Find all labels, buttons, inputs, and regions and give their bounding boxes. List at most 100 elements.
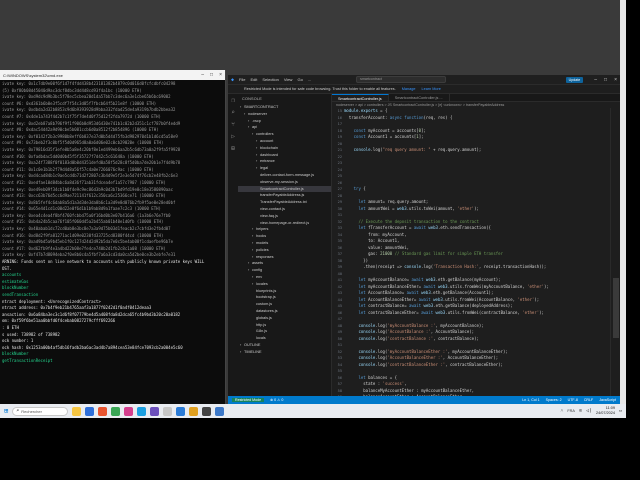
search-icon[interactable]: ⌕ (231, 110, 235, 116)
tree-file[interactable]: locals (238, 335, 331, 342)
notification-icon[interactable]: ▭ (619, 408, 622, 414)
tree-file[interactable]: i18n.js (238, 328, 331, 335)
tree-folder[interactable]: › OUTLINE (238, 342, 331, 349)
tree-folder[interactable]: › nodeserver (238, 111, 331, 118)
console-line: ivate key: 0xd4cad84b1c9ae5cd4b71d2f2807… (2, 173, 178, 179)
tree-folder[interactable]: › .vscp (238, 118, 331, 125)
taskbar-app-icon[interactable] (163, 406, 173, 416)
code-content[interactable]: module.exports = { transferAccount: asyn… (344, 108, 610, 396)
tree-folder[interactable]: › blockchain (238, 145, 331, 152)
run-debug-icon[interactable]: ▷ (231, 134, 235, 140)
tree-folder[interactable]: › locales (238, 281, 331, 288)
menu-item[interactable]: ... (308, 77, 311, 82)
tree-folder[interactable]: › policies (238, 247, 331, 254)
taskbar-app-icon[interactable] (124, 406, 134, 416)
tree-folder[interactable]: › controllers (238, 131, 331, 138)
update-button[interactable]: Update (565, 76, 584, 83)
volume-icon[interactable]: ◁) (586, 408, 592, 414)
restricted-mode-status[interactable]: Restricted Mode (232, 398, 265, 402)
taskbar-app-icon[interactable] (150, 406, 160, 416)
tree-file[interactable]: TransferPayableAddress.txt (238, 199, 331, 206)
tree-folder[interactable]: › TIMELINE (238, 349, 331, 356)
taskbar-app-icon[interactable] (215, 406, 225, 416)
tree-folder[interactable]: › responses (238, 254, 331, 261)
taskbar-app-icon[interactable] (189, 406, 199, 416)
taskbar-search[interactable]: ⌕ Rechercher (12, 406, 69, 416)
source-control-icon[interactable]: ⑂ (231, 122, 235, 128)
console-titlebar[interactable]: C:\WINDOWS\system32\cmd.exe – □ × (0, 70, 225, 80)
tree-file[interactable]: http.js (238, 322, 331, 329)
tree-item-label: entrance (260, 159, 275, 164)
tree-file[interactable]: blueprints.js (238, 288, 331, 295)
tree-folder[interactable]: › helpers (238, 226, 331, 233)
tree-folder[interactable]: › assets (238, 260, 331, 267)
console-window[interactable]: C:\WINDOWS\system32\cmd.exe – □ × ivate … (0, 70, 226, 404)
tree-file[interactable]: view-faq.js (238, 213, 331, 220)
tree-file[interactable]: SmartcontractController.js (238, 185, 331, 193)
tree-folder[interactable]: › SMARTCONTRACT (238, 104, 331, 111)
vscode-window[interactable]: ◆ File Edit Selection View Go... smartcontra… (228, 75, 620, 404)
minimap-slider[interactable] (613, 278, 619, 338)
taskbar-app-icon[interactable] (111, 406, 121, 416)
maximize-icon[interactable]: □ (604, 77, 607, 83)
explorer-icon[interactable]: ❐ (231, 98, 235, 104)
tree-folder[interactable]: › env (238, 274, 331, 281)
tree-folder[interactable]: › dashboard (238, 152, 331, 159)
command-center-search[interactable]: smartcontract (356, 76, 447, 83)
tree-file[interactable]: deliver-contact-form-message.js (238, 172, 331, 179)
console-output: ivate key: 0x1c7db9e00f6f1d7f4fdd438b423… (0, 80, 225, 366)
tree-file[interactable]: datastores.js (238, 308, 331, 315)
taskbar-app-icon[interactable] (176, 406, 186, 416)
tree-file[interactable]: globals.js (238, 315, 331, 322)
clock[interactable]: 11:09 24/07/2024 (596, 406, 615, 415)
tree-folder[interactable]: › entrance (238, 158, 331, 165)
console-line: count #17: 0xd62fb9f4e3a4bd22b08e7fe4ce7… (2, 245, 166, 251)
menu-item[interactable]: Edit (250, 77, 257, 82)
taskbar-app-icon[interactable] (85, 406, 95, 416)
language-status[interactable]: JavaScript (599, 398, 616, 402)
editor-tab[interactable]: SmartcontractController.js ... (389, 94, 450, 101)
chevron-up-icon[interactable]: ˄ (560, 408, 563, 414)
minimize-icon[interactable]: – (201, 72, 204, 78)
tree-folder[interactable]: › hooks (238, 233, 331, 240)
menu-item[interactable]: File (239, 77, 245, 82)
taskbar-app-icon[interactable] (202, 406, 212, 416)
code-editor[interactable]: 15 16 17 18 19 20 21 22 23 24 25 26 27 28 29 30 31 32 33 34… (332, 108, 610, 396)
minimize-icon[interactable]: – (594, 77, 597, 83)
editor-tab[interactable]: SmartcontractController.js (332, 94, 389, 101)
wifi-icon[interactable]: ≋ (579, 408, 582, 414)
tree-folder[interactable]: › account (238, 138, 331, 145)
tree-file[interactable]: view-contact.js (238, 206, 331, 213)
windows-start-icon[interactable]: ⊞ (4, 407, 8, 415)
indentation-status[interactable]: Spaces: 2 (546, 398, 562, 402)
banner-learn-link[interactable]: Learn More (421, 87, 440, 91)
tree-file[interactable]: view-homepage-or-redirect.js (238, 220, 331, 227)
menu-item[interactable]: Selection (262, 77, 278, 82)
tree-file[interactable]: bootstrap.js (238, 294, 331, 301)
cursor-position-status[interactable]: Ln 1, Col 1 (522, 398, 539, 402)
encoding-status[interactable]: UTF-8 (568, 398, 578, 402)
taskbar-app-icon[interactable] (98, 406, 108, 416)
taskbar-app-icon[interactable] (137, 406, 147, 416)
close-icon[interactable]: × (219, 72, 222, 78)
tree-item-label: bootstrap.js (256, 295, 276, 300)
maximize-icon[interactable]: □ (210, 72, 213, 78)
menu-item[interactable]: Go (297, 77, 302, 82)
minimap[interactable] (610, 108, 620, 396)
tree-file[interactable]: custom.js (238, 301, 331, 308)
taskbar-apps (72, 406, 225, 416)
taskbar-app-icon[interactable] (72, 406, 82, 416)
banner-manage-link[interactable]: Manage (402, 87, 416, 91)
menu-item[interactable]: View (284, 77, 293, 82)
problems-status[interactable]: ⊗ 0 ⚠ 0 (270, 398, 283, 402)
tree-folder[interactable]: › models (238, 240, 331, 247)
language-indicator[interactable]: FRA (567, 409, 575, 413)
tree-file[interactable]: observe-my-session.js (238, 179, 331, 186)
eol-status[interactable]: CRLF (584, 398, 593, 402)
tree-folder[interactable]: › config (238, 267, 331, 274)
tree-file[interactable]: transferPayableAddress.js (238, 192, 331, 199)
tree-folder[interactable]: › legal (238, 165, 331, 172)
close-icon[interactable]: × (614, 77, 617, 83)
tree-folder[interactable]: › api (238, 124, 331, 131)
extensions-icon[interactable]: ⊞ (231, 146, 235, 152)
